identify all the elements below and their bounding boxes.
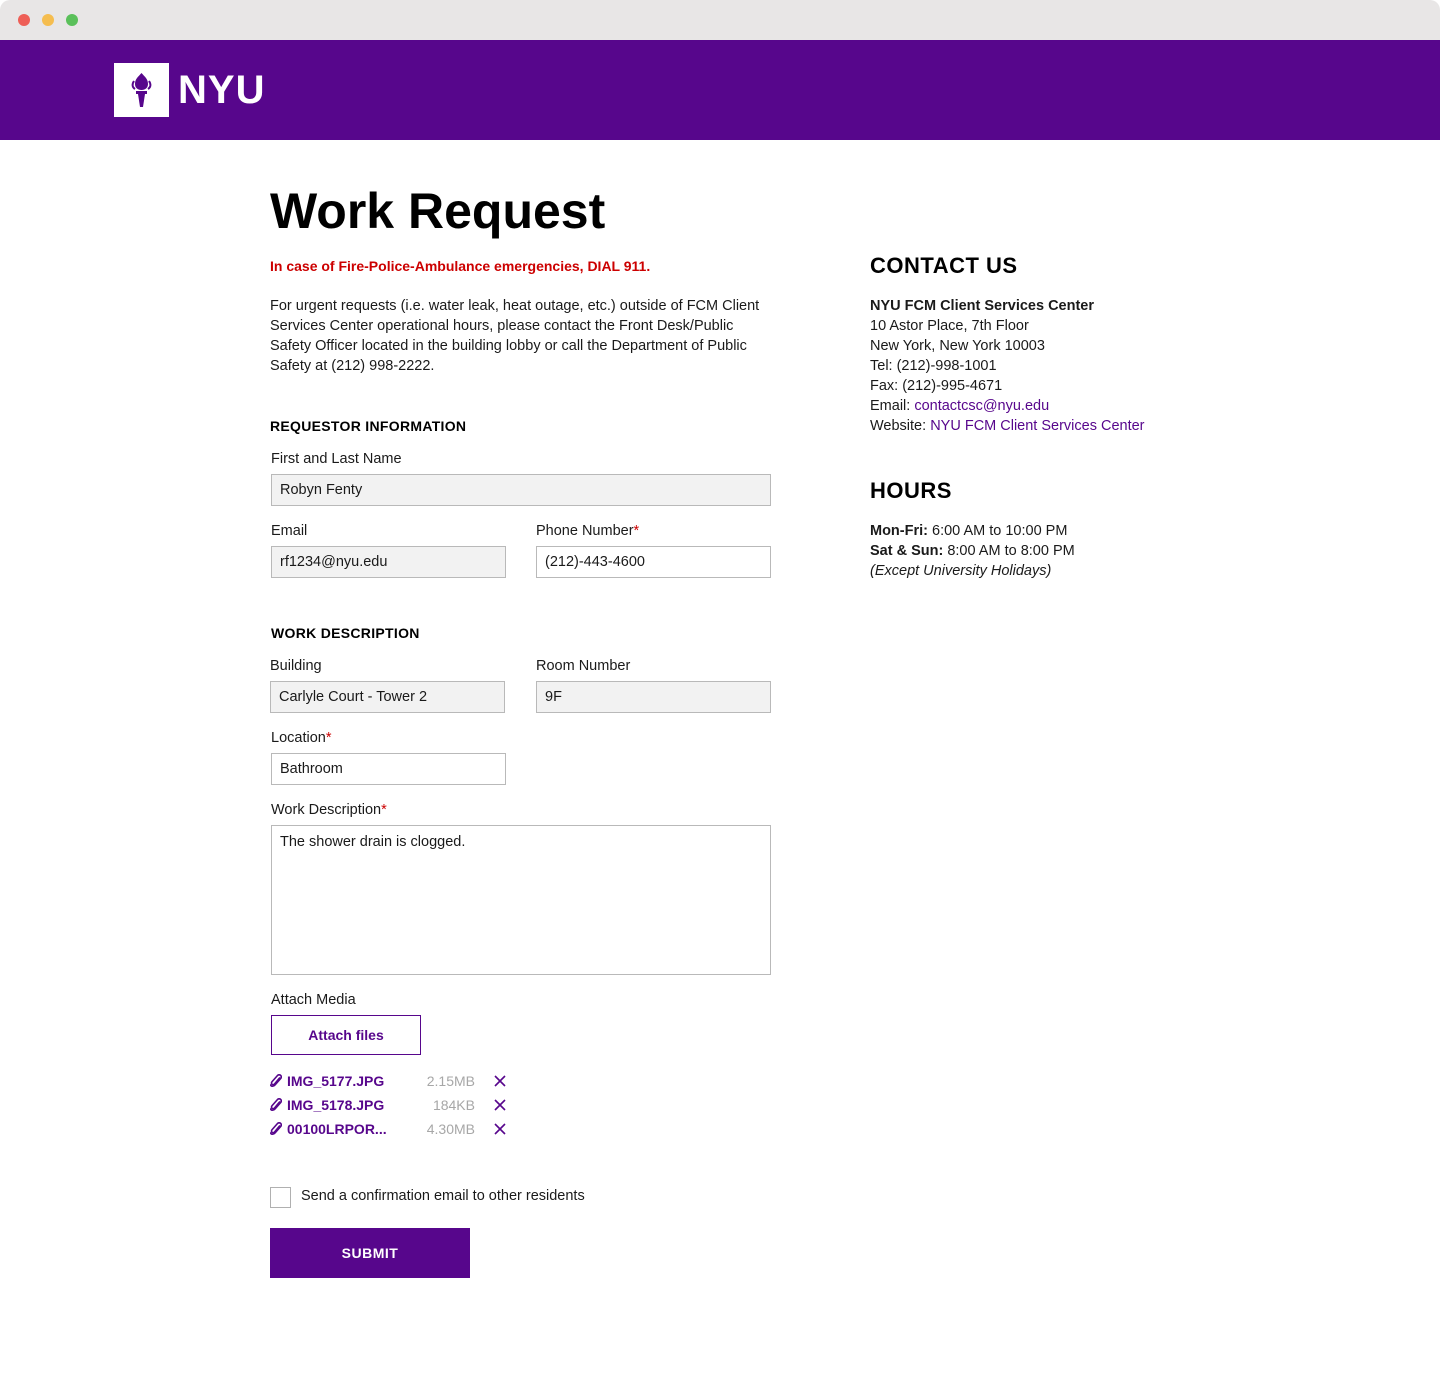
contact-tel: Tel: (212)-998-1001: [870, 358, 997, 374]
hours-weekend: Sat & Sun: 8:00 AM to 8:00 PM: [870, 543, 1075, 559]
required-mark: *: [633, 523, 640, 539]
contact-fax: Fax: (212)-995-4671: [870, 378, 1003, 394]
name-label: First and Last Name: [271, 451, 402, 467]
email-label: Email: [271, 523, 308, 539]
page-title: Work Request: [270, 183, 606, 239]
name-field[interactable]: Robyn Fenty: [271, 474, 771, 506]
close-window-button[interactable]: [18, 14, 30, 26]
contact-heading: CONTACT US: [870, 253, 1018, 278]
required-mark: *: [381, 802, 387, 818]
file-name[interactable]: IMG_5177.JPG: [287, 1071, 384, 1091]
maximize-window-button[interactable]: [66, 14, 78, 26]
minimize-window-button[interactable]: [42, 14, 54, 26]
file-size: 2.15MB: [426, 1073, 475, 1089]
contact-address-line2: New York, New York 10003: [870, 338, 1045, 354]
hours-note: (Except University Holidays): [870, 563, 1052, 579]
attached-file-row: IMG_5177.JPG 2.15MB: [270, 1071, 510, 1091]
paperclip-icon: [270, 1074, 282, 1088]
confirmation-email-label[interactable]: Send a confirmation email to other resid…: [301, 1186, 585, 1206]
phone-field[interactable]: (212)-443-4600: [536, 546, 771, 578]
nyu-torch-logo[interactable]: [114, 63, 169, 117]
file-name[interactable]: IMG_5178.JPG: [287, 1095, 384, 1115]
work-description-heading: WORK DESCRIPTION: [271, 625, 420, 641]
confirmation-email-checkbox[interactable]: [270, 1187, 291, 1208]
nyu-wordmark[interactable]: NYU: [178, 67, 265, 113]
email-field[interactable]: rf1234@nyu.edu: [271, 546, 506, 578]
attached-file-row: IMG_5178.JPG 184KB: [270, 1095, 510, 1115]
attached-file-row: 00100LRPOR... 4.30MB: [270, 1119, 510, 1139]
requestor-heading: REQUESTOR INFORMATION: [270, 418, 467, 434]
hours-weekday: Mon-Fri: 6:00 AM to 10:00 PM: [870, 523, 1068, 539]
hours-heading: HOURS: [870, 478, 952, 503]
location-label: Location*: [271, 730, 332, 746]
contact-email-link[interactable]: contactcsc@nyu.edu: [914, 398, 1049, 414]
room-label: Room Number: [536, 658, 631, 674]
emergency-notice: In case of Fire-Police-Ambulance emergen…: [270, 258, 651, 274]
paperclip-icon: [270, 1098, 282, 1112]
contact-org: NYU FCM Client Services Center: [870, 298, 1095, 314]
remove-file-icon[interactable]: [494, 1099, 506, 1111]
contact-email: Email: contactcsc@nyu.edu: [870, 398, 1050, 414]
work-description-textarea[interactable]: The shower drain is clogged.: [271, 825, 771, 975]
contact-address-line1: 10 Astor Place, 7th Floor: [870, 318, 1029, 334]
file-size: 4.30MB: [426, 1121, 475, 1137]
paperclip-icon: [270, 1122, 282, 1136]
attach-media-label: Attach Media: [271, 992, 356, 1008]
required-mark: *: [325, 730, 332, 746]
contact-website: Website: NYU FCM Client Services Center: [870, 418, 1145, 434]
attach-files-button[interactable]: Attach files: [271, 1015, 421, 1055]
urgent-notice: For urgent requests (i.e. water leak, he…: [270, 298, 760, 374]
remove-file-icon[interactable]: [494, 1075, 506, 1087]
phone-label: Phone Number*: [536, 523, 640, 539]
location-field[interactable]: Bathroom: [271, 753, 506, 785]
building-label: Building: [270, 658, 322, 674]
room-field[interactable]: 9F: [536, 681, 771, 713]
file-name[interactable]: 00100LRPOR...: [287, 1119, 387, 1139]
building-field[interactable]: Carlyle Court - Tower 2: [270, 681, 505, 713]
browser-chrome: [0, 0, 1440, 40]
torch-icon: [131, 73, 152, 107]
remove-file-icon[interactable]: [494, 1123, 506, 1135]
header-banner: NYU: [0, 40, 1440, 140]
work-description-label: Work Description*: [271, 802, 387, 818]
contact-website-link[interactable]: NYU FCM Client Services Center: [930, 418, 1144, 434]
file-size: 184KB: [432, 1097, 475, 1113]
submit-button[interactable]: SUBMIT: [270, 1228, 470, 1278]
